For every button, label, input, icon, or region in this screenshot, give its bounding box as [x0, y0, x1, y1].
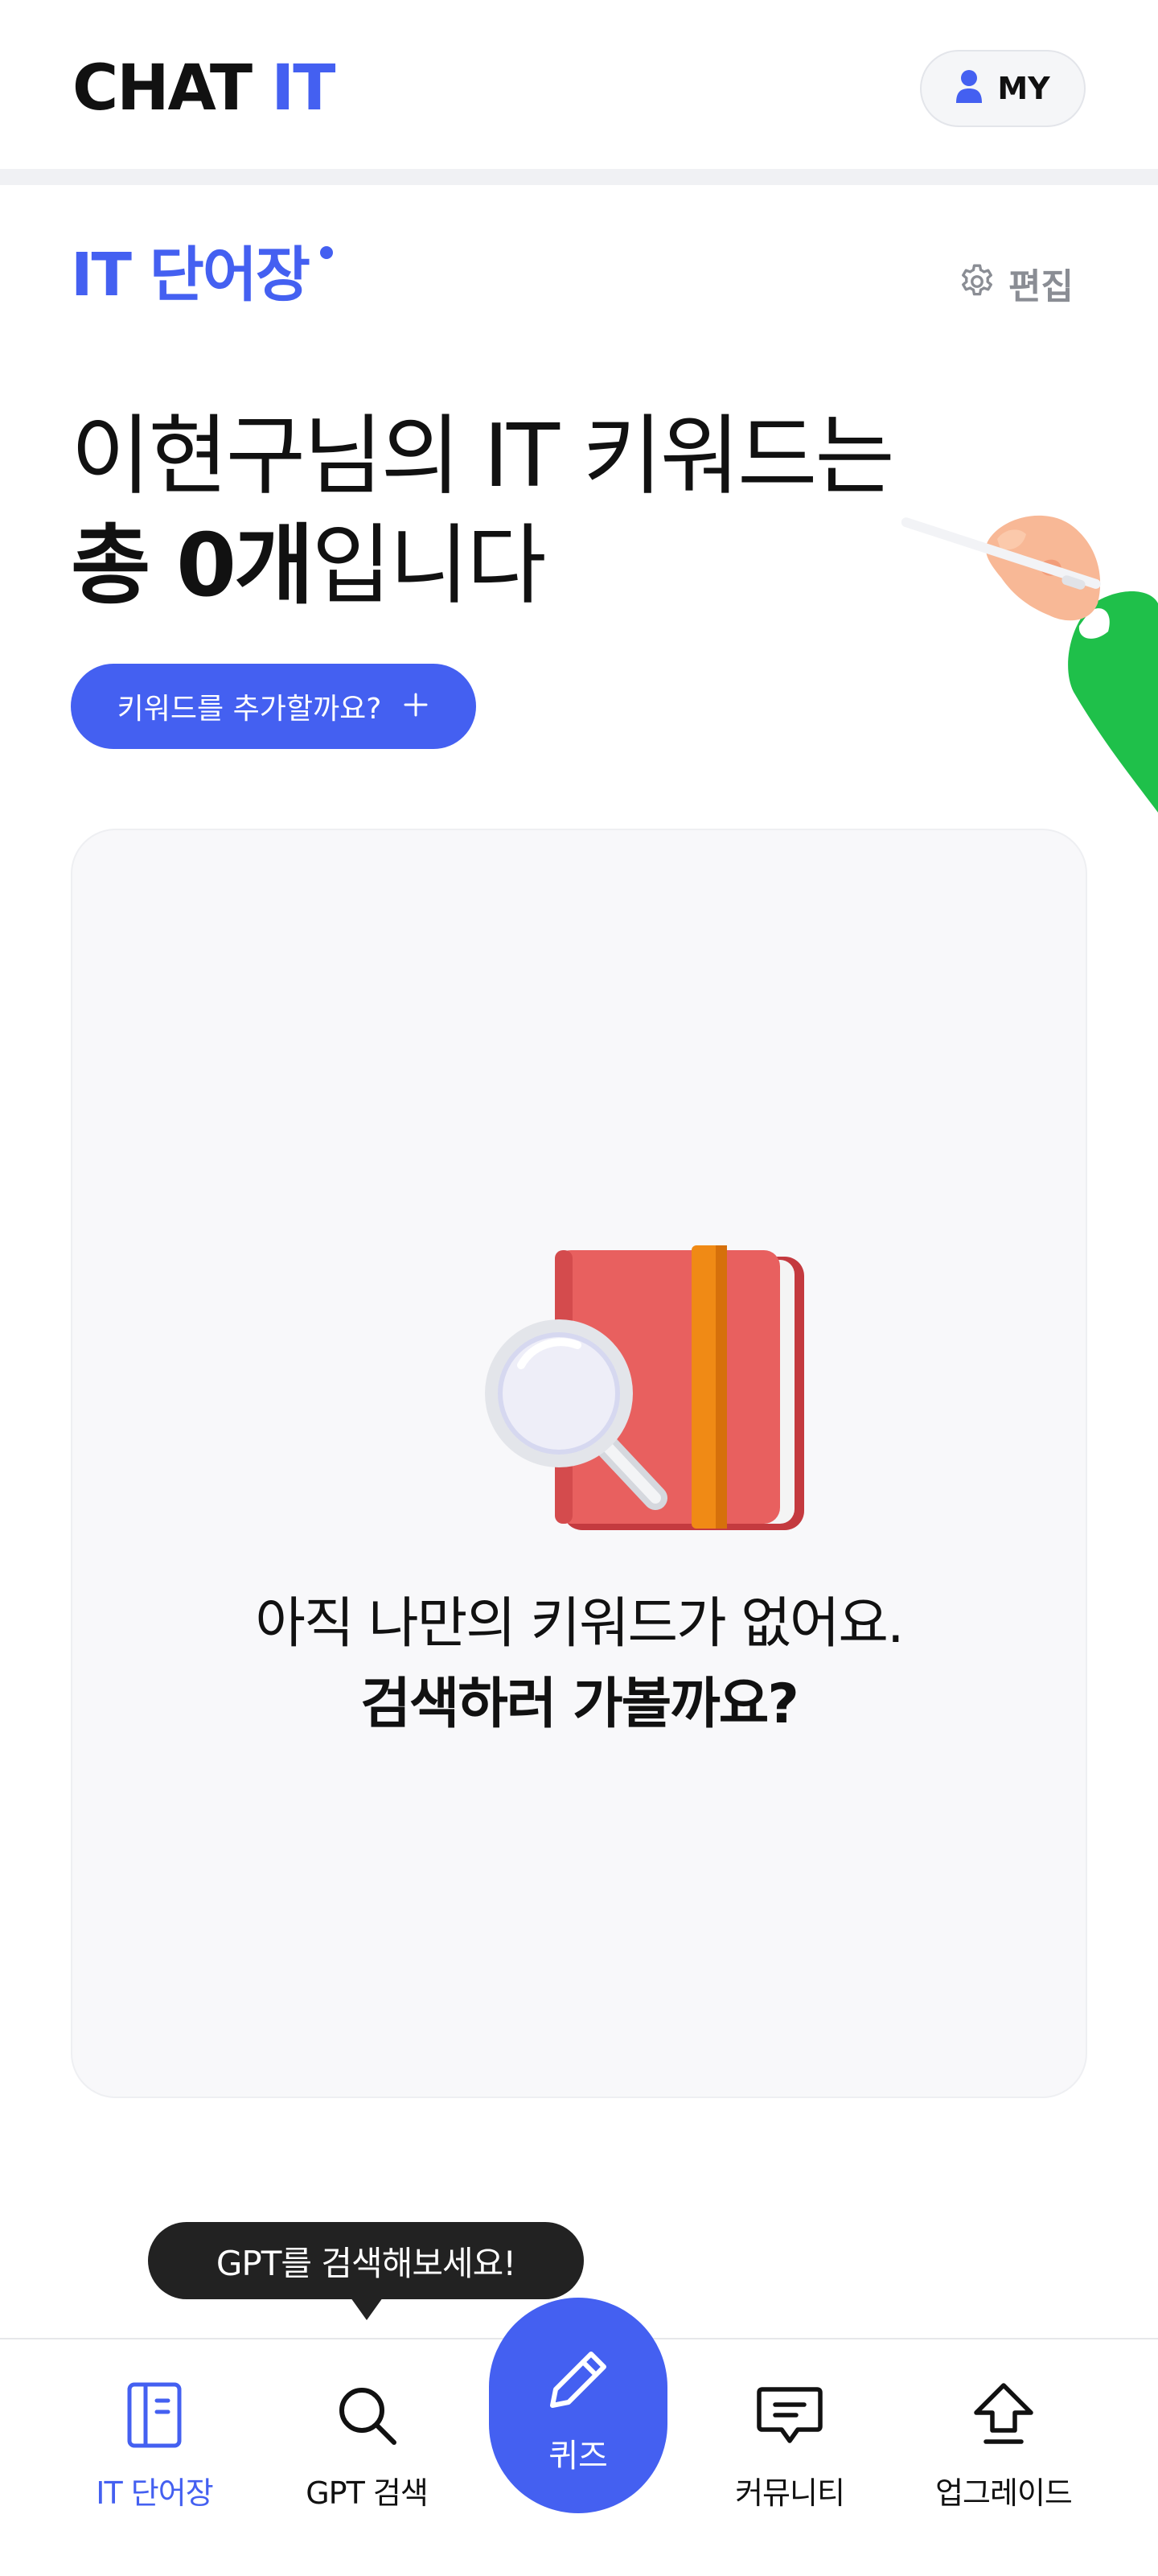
nav-item-gpt-search[interactable]: GPT 검색 [270, 2339, 463, 2576]
header-divider [0, 169, 1158, 185]
nav-label: 업그레이드 [935, 2475, 1073, 2511]
logo-text-chat: CHAT [72, 52, 253, 125]
search-icon [270, 2375, 463, 2455]
chat-bubble-icon [693, 2375, 886, 2455]
keyword-count: 총 0개 [71, 516, 314, 616]
gear-icon [957, 261, 997, 305]
summary-suffix: 입니다 [311, 516, 546, 616]
gpt-search-tooltip: GPT를 검색해보세요! [148, 2222, 584, 2299]
logo-text-it: IT [271, 52, 335, 125]
nav-item-community[interactable]: 커뮤니티 [693, 2339, 886, 2576]
nav-item-upgrade[interactable]: 업그레이드 [907, 2339, 1100, 2576]
empty-keyword-card: 아직 나만의 키워드가 없어요. 검색하러 가볼까요? [71, 829, 1087, 2098]
add-keyword-button[interactable]: 키워드를 추가할까요? [71, 664, 476, 749]
my-label: MY [997, 71, 1050, 106]
tooltip-text: GPT를 검색해보세요! [216, 2243, 516, 2283]
nav-label: IT 단어장 [96, 2475, 213, 2511]
app-logo[interactable]: CHAT IT [72, 52, 335, 125]
my-page-button[interactable]: MY [920, 50, 1086, 127]
nav-item-it-vocab[interactable]: IT 단어장 [58, 2339, 251, 2576]
empty-cta-text: 검색하러 가볼까요? [360, 1673, 799, 1736]
plus-icon [402, 686, 429, 727]
tooltip-arrow [351, 2298, 383, 2320]
notebook-icon [58, 2375, 251, 2455]
empty-message: 아직 나만의 키워드가 없어요. [255, 1592, 904, 1656]
user-icon [955, 69, 983, 108]
book-magnifier-illustration [485, 1245, 804, 1530]
summary-line2: 총 0개입니다 [71, 512, 893, 621]
nav-label: 커뮤니티 [735, 2475, 845, 2511]
edit-label: 편집 [1008, 266, 1074, 307]
add-keyword-label: 키워드를 추가할까요? [117, 693, 382, 726]
quiz-label: 퀴즈 [548, 2438, 608, 2475]
page-title: IT 단어장 [71, 241, 310, 310]
hand-with-pen-illustration [901, 515, 1158, 813]
nav-label: GPT 검색 [306, 2475, 429, 2511]
pencil-icon [489, 2348, 667, 2412]
app-header: CHAT IT MY [0, 0, 1158, 169]
keyword-summary: 이현구님의 IT 키워드는 총 0개입니다 [71, 402, 895, 621]
nav-item-quiz[interactable]: 퀴즈 [489, 2298, 667, 2513]
edit-button[interactable]: 편집 [957, 257, 1074, 309]
upload-arrow-icon [907, 2375, 1100, 2455]
summary-line1: 이현구님의 IT 키워드는 [71, 406, 895, 507]
title-dot [320, 246, 333, 259]
